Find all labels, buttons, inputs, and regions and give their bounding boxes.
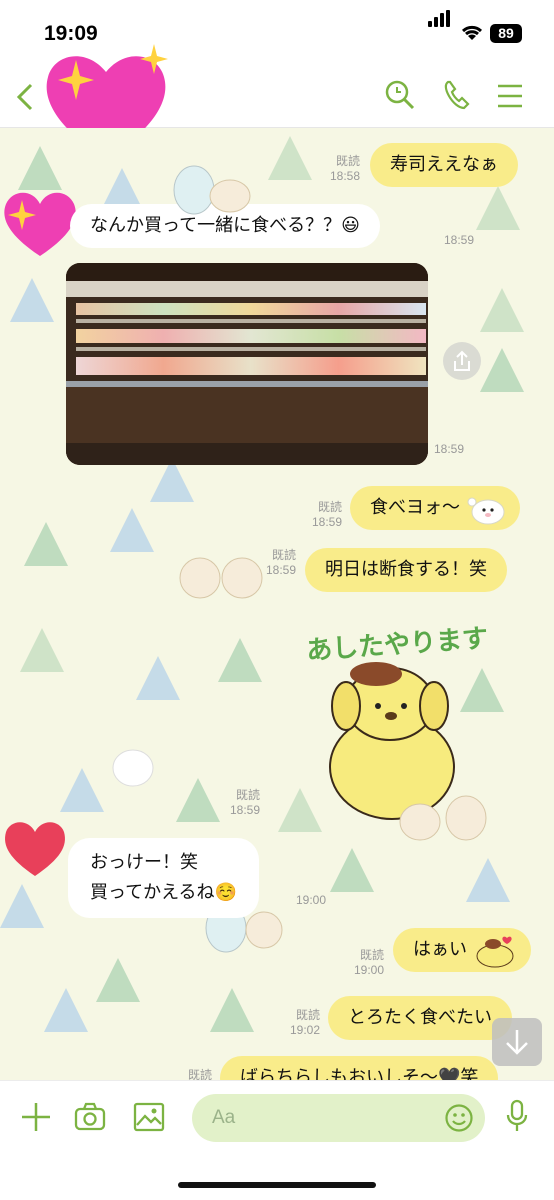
read-receipt: 既読 19:00 [353,948,384,977]
message-line: 買ってかえるね☺️ [90,882,237,903]
outgoing-message[interactable]: はぁい [393,928,531,972]
read-receipt: 既読 18:59 [229,788,260,817]
message-time: 19:00 [296,893,327,907]
pompompurin-emoji-icon [476,936,514,968]
tree-decoration [466,858,510,902]
wifi-icon [461,25,483,40]
incoming-message[interactable]: おっけー！笑 買ってかえるね☺️ [68,838,259,918]
message-input[interactable] [212,1094,442,1142]
tree-decoration [476,186,520,230]
emoji-icon[interactable] [444,1103,474,1133]
read-receipt: 既読 18:58 [329,154,360,183]
phone-icon[interactable] [442,79,472,111]
tree-decoration [44,988,88,1032]
share-icon [454,350,470,371]
tree-decoration [20,628,64,672]
share-button[interactable] [443,342,481,380]
tree-decoration [24,522,68,566]
tree-decoration [176,778,220,822]
tree-decoration [268,136,312,180]
outgoing-message[interactable]: 明日は断食する！笑 [305,548,507,592]
heart-sparkle-avatar-icon [4,192,76,256]
search-icon[interactable] [384,79,416,111]
outgoing-message[interactable]: とろたく食べたい [328,996,512,1040]
outgoing-message[interactable]: ばらちらしもおいしそ〜🖤笑 [220,1056,499,1080]
tree-decoration [60,768,104,812]
seal-character-icon [112,749,154,787]
tree-decoration [480,288,524,332]
seal-emoji-icon [467,497,505,525]
tree-decoration [0,884,44,928]
seal-character-icon [179,557,263,599]
arrow-down-icon [506,1030,528,1055]
outgoing-message[interactable]: 寿司ええなぁ [370,143,518,187]
camera-icon[interactable] [74,1101,106,1133]
message-field[interactable] [192,1094,485,1142]
read-receipt: 既読 [187,1068,212,1080]
sticker-caption: あしたやります [305,623,490,667]
tree-decoration [480,348,524,392]
tree-decoration [136,656,180,700]
read-receipt: 既読 19:02 [289,1008,320,1037]
scroll-to-bottom-button[interactable] [492,1018,542,1066]
image-icon[interactable] [133,1101,165,1133]
seal-character-icon [173,165,251,215]
read-receipt: 既読 18:59 [311,500,342,529]
message-line: おっけー！笑 [90,852,198,873]
home-indicator [178,1182,376,1188]
battery-icon: 89 [490,24,522,43]
tree-decoration [330,848,374,892]
seal-character-icon [399,795,487,841]
tree-decoration [96,958,140,1002]
heart-avatar-icon [5,822,65,876]
message-time: 18:59 [434,442,465,456]
tree-decoration [110,508,154,552]
menu-icon[interactable] [497,84,523,108]
tree-decoration [10,278,54,322]
tree-decoration [210,988,254,1032]
chat-area[interactable]: 既読 18:58 寿司ええなぁ なんか買って一緒に食べる？？😃 18:59 18:… [0,128,554,1080]
outgoing-message[interactable]: 食べヨォ〜 [350,486,520,530]
back-icon[interactable] [14,82,36,112]
chat-header [0,44,554,160]
message-time: 18:59 [444,233,475,247]
tree-decoration [218,638,262,682]
shared-photo[interactable] [66,263,428,465]
plus-icon[interactable] [20,1101,52,1133]
microphone-icon[interactable] [506,1099,528,1133]
